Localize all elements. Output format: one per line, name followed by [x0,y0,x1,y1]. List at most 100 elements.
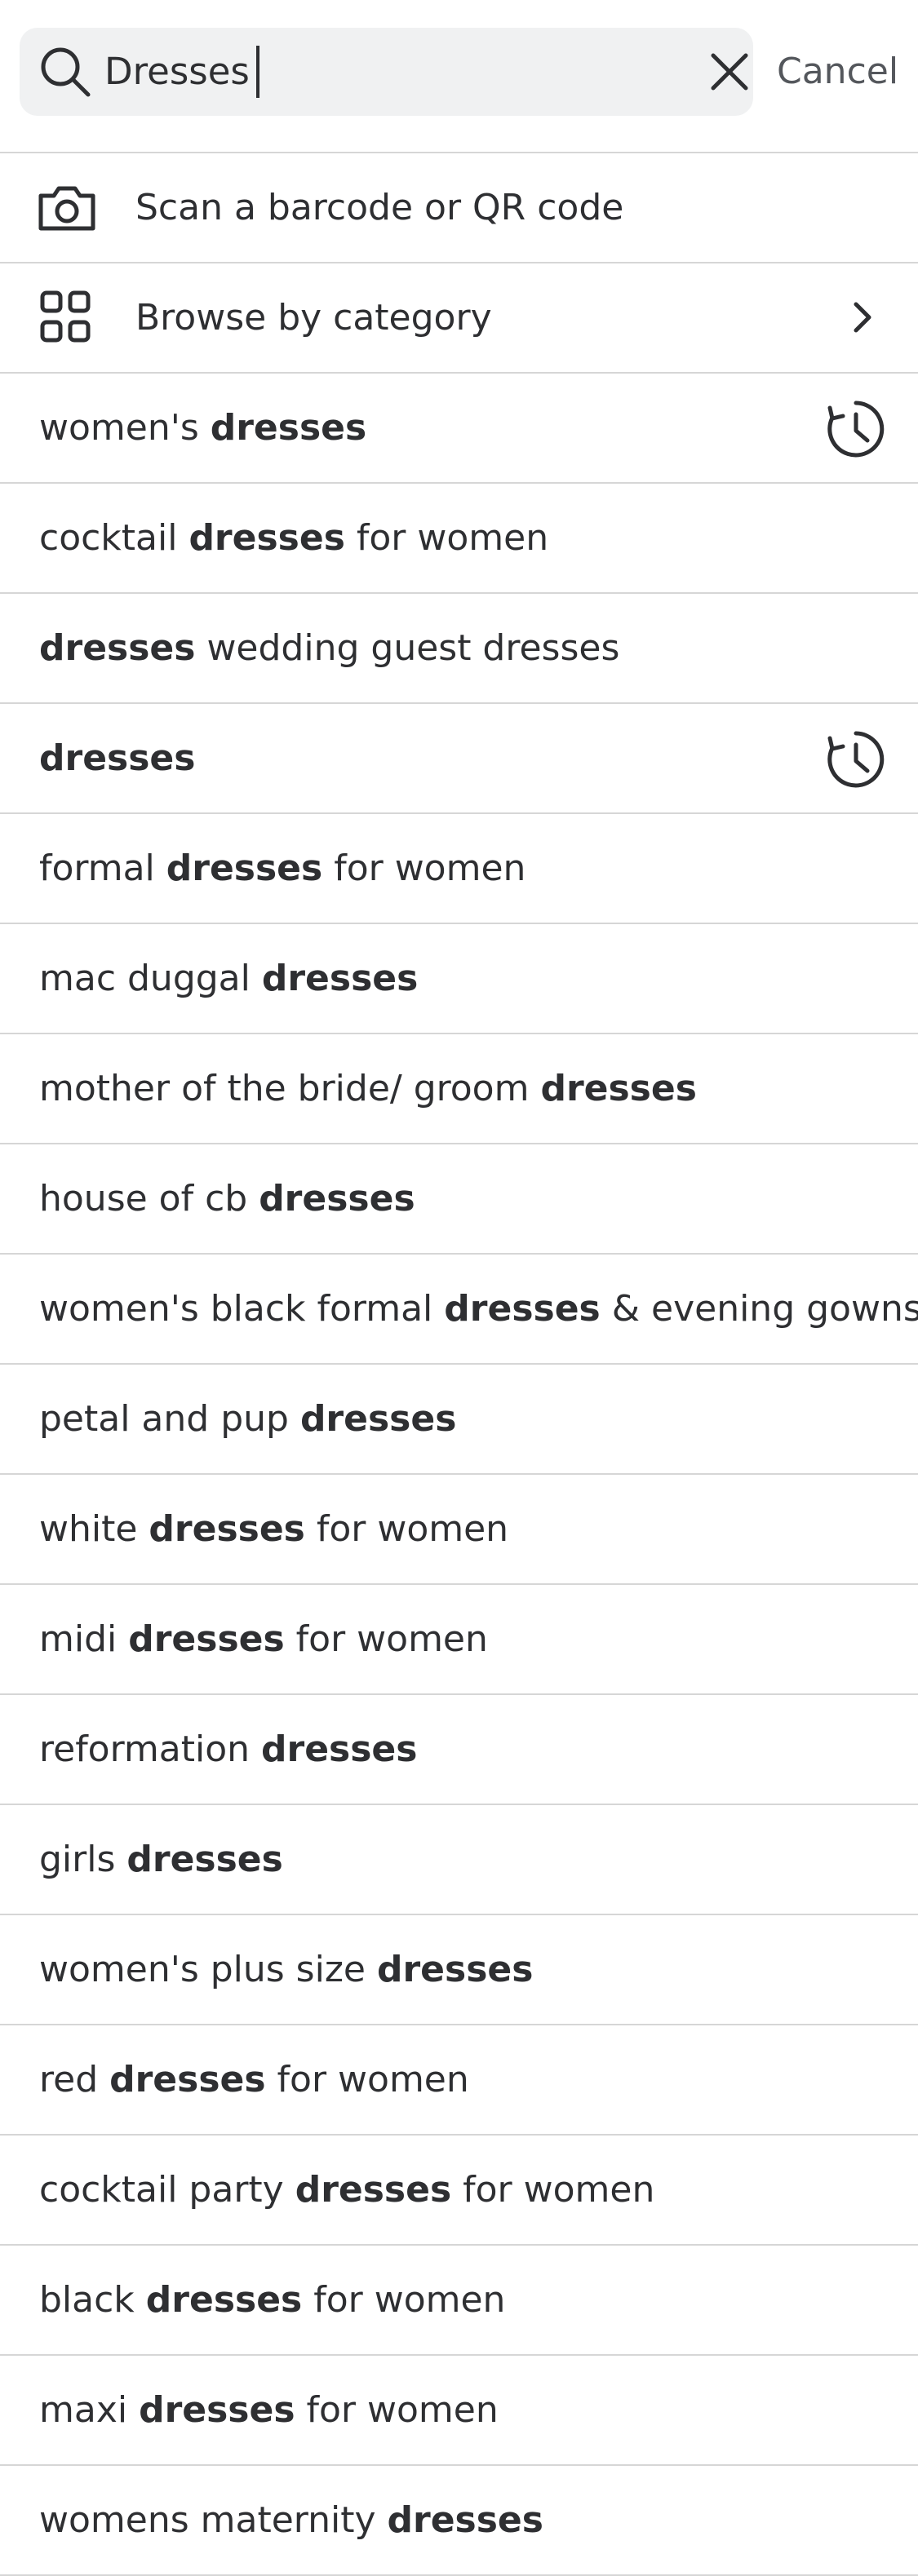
suggestion-prefix: cocktail party [39,2169,295,2211]
suggestion-prefix: women's [39,407,211,449]
suggestion-label: midi dresses for women [39,1585,488,1693]
suggestion-suffix: wedding guest dresses [195,627,620,669]
suggestion-row[interactable]: maxi dresses for women [0,2356,918,2466]
suggestion-match: dresses [39,737,196,779]
grid-icon [36,290,98,347]
suggestion-label: formal dresses for women [39,814,526,923]
suggestion-label: reformation dresses [39,1695,417,1804]
suggestion-row[interactable]: midi dresses for women [0,1585,918,1695]
suggestion-prefix: formal [39,848,166,889]
suggestion-suffix: for women [284,1618,488,1660]
recent-history-icon [825,398,887,460]
suggestion-prefix: cocktail [39,517,189,559]
clear-icon[interactable] [702,44,757,100]
suggestion-label: women's dresses [39,374,366,482]
suggestion-row[interactable]: cocktail party dresses for women [0,2136,918,2246]
scan-barcode-label: Scan a barcode or QR code [135,187,624,228]
camera-icon [36,179,98,237]
suggestion-match: dresses [259,1178,415,1219]
suggestion-prefix: black [39,2279,146,2321]
suggestion-prefix: girls [39,1839,127,1880]
suggestion-list: Scan a barcode or QR code Browse by cate… [0,153,918,2576]
suggestion-row[interactable]: house of cb dresses [0,1144,918,1255]
suggestion-label: mac duggal dresses [39,924,418,1033]
suggestion-suffix: for women [322,848,526,889]
suggestion-match: dresses [188,517,345,559]
text-caret [256,46,259,98]
suggestion-row[interactable]: red dresses for women [0,2025,918,2136]
suggestion-match: dresses [109,2059,266,2100]
suggestion-label: girls dresses [39,1805,283,1914]
suggestion-suffix: for women [295,2389,499,2431]
suggestion-label: women's black formal dresses & evening g… [39,1255,918,1363]
suggestion-label: mother of the bride/ groom dresses [39,1034,697,1143]
suggestion-label: black dresses for women [39,2246,505,2354]
suggestion-label: petal and pup dresses [39,1365,456,1473]
suggestion-prefix: women's black formal [39,1288,445,1330]
suggestion-match: dresses [139,2389,295,2431]
suggestion-prefix: reformation [39,1728,262,1770]
suggestion-label: white dresses for women [39,1475,508,1583]
suggestion-prefix: red [39,2059,110,2100]
suggestion-row[interactable]: womens maternity dresses [0,2466,918,2576]
suggestion-row[interactable]: women's dresses [0,374,918,484]
suggestion-row[interactable]: reformation dresses [0,1695,918,1805]
suggestion-row[interactable]: cocktail dresses for women [0,484,918,594]
suggestion-row[interactable]: formal dresses for women [0,814,918,924]
suggestion-match: dresses [166,848,323,889]
suggestion-label: house of cb dresses [39,1144,415,1253]
suggestion-label: maxi dresses for women [39,2356,499,2464]
cancel-button[interactable]: Cancel [777,39,907,104]
suggestion-row[interactable]: girls dresses [0,1805,918,1915]
suggestion-row[interactable]: mac duggal dresses [0,924,918,1034]
suggestion-label: red dresses for women [39,2025,469,2134]
suggestion-suffix: & evening gowns [600,1288,918,1330]
suggestion-row[interactable]: dresses wedding guest dresses [0,594,918,704]
suggestion-match: dresses [128,1618,285,1660]
suggestion-prefix: mac duggal [39,958,262,999]
search-box[interactable] [20,28,753,116]
suggestion-label: dresses wedding guest dresses [39,594,619,702]
suggestion-match: dresses [444,1288,601,1330]
suggestion-prefix: house of cb [39,1178,259,1219]
suggestion-match: dresses [376,1949,534,1990]
suggestion-row[interactable]: women's plus size dresses [0,1915,918,2025]
suggestion-prefix: maxi [39,2389,140,2431]
suggestion-label: women's plus size dresses [39,1915,533,2024]
suggestion-prefix: mother of the bride/ groom [39,1068,541,1109]
suggestion-prefix: white [39,1508,149,1550]
suggestion-row[interactable]: dresses [0,704,918,814]
suggestion-prefix: womens maternity [39,2499,388,2541]
browse-category-label: Browse by category [135,297,492,339]
suggestion-row[interactable]: petal and pup dresses [0,1365,918,1475]
suggestion-match: dresses [39,627,196,669]
suggestion-row[interactable]: white dresses for women [0,1475,918,1585]
suggestion-match: dresses [261,958,419,999]
suggestion-match: dresses [145,2279,303,2321]
search-header: Cancel [0,0,918,153]
suggestion-label: dresses [39,704,195,812]
search-input[interactable] [104,47,676,96]
suggestion-suffix: for women [302,2279,506,2321]
suggestion-match: dresses [295,2169,452,2211]
suggestion-match: dresses [210,407,367,449]
suggestion-match: dresses [261,1728,418,1770]
suggestion-match: dresses [387,2499,543,2541]
suggestion-suffix: for women [265,2059,469,2100]
suggestion-match: dresses [299,1398,457,1440]
suggestion-suffix: for women [451,2169,655,2211]
suggestion-prefix: petal and pup [39,1398,300,1440]
suggestion-label: womens maternity dresses [39,2466,543,2574]
suggestion-row[interactable]: women's black formal dresses & evening g… [0,1255,918,1365]
suggestion-prefix: midi [39,1618,129,1660]
suggestion-row[interactable]: black dresses for women [0,2246,918,2356]
browse-category-row[interactable]: Browse by category [0,263,918,374]
scan-barcode-row[interactable]: Scan a barcode or QR code [0,153,918,263]
recent-history-icon [825,728,887,790]
suggestion-suffix: for women [344,517,549,559]
suggestion-match: dresses [126,1839,283,1880]
suggestion-label: cocktail dresses for women [39,484,548,592]
search-icon [36,42,95,101]
suggestion-row[interactable]: mother of the bride/ groom dresses [0,1034,918,1144]
suggestion-match: dresses [540,1068,697,1109]
